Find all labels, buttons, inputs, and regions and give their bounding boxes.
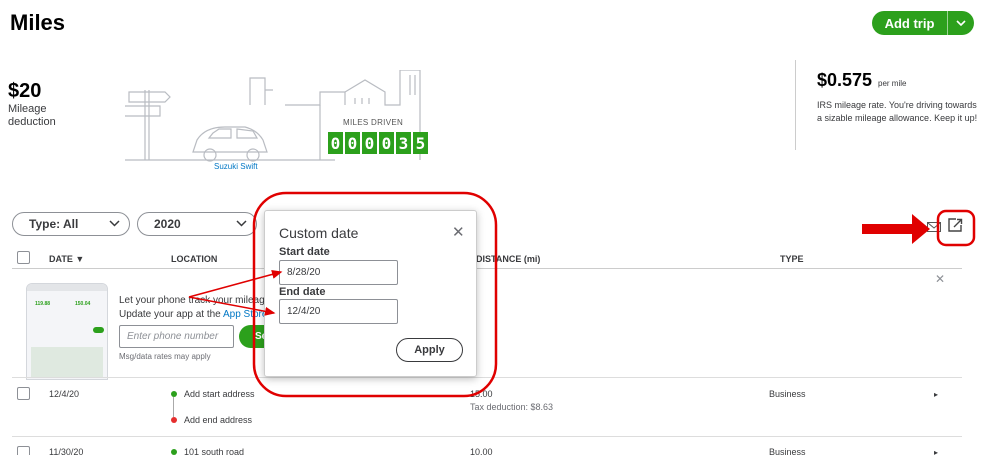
trip-date: 11/30/20 [49, 447, 84, 455]
trip-date: 12/4/20 [49, 389, 80, 399]
type-filter-dropdown[interactable]: Type: All [12, 212, 130, 236]
custom-date-dialog: Custom date ✕ Start date 8/28/20 End dat… [264, 210, 477, 377]
column-header-distance: DISTANCE (mi) [476, 254, 541, 264]
promo-line-2-prefix: Update your app at the [119, 309, 223, 320]
page-title: Miles [10, 10, 66, 35]
promo-line-1: Let your phone track your mileag [119, 295, 265, 306]
apply-button[interactable]: Apply [396, 338, 463, 362]
odometer-digit: 3 [396, 132, 411, 154]
chevron-down-icon [109, 219, 120, 230]
disclaimer-text: Msg/data rates may apply [119, 352, 211, 361]
start-marker-icon [171, 391, 177, 397]
export-icon[interactable] [947, 217, 963, 233]
end-date-label: End date [279, 286, 326, 298]
row-checkbox[interactable] [17, 387, 30, 400]
rate-unit: per mile [878, 79, 907, 88]
chevron-down-icon[interactable] [948, 11, 974, 35]
start-date-input[interactable]: 8/28/20 [279, 260, 398, 285]
deduction-label: Mileage deduction [8, 103, 56, 128]
start-address[interactable]: Add start address [184, 389, 255, 399]
mock-value: 150.04 [75, 301, 91, 307]
chevron-down-icon [236, 219, 247, 230]
odometer-digit: 5 [413, 132, 428, 154]
trip-distance: 10.00 [470, 447, 493, 455]
date-filter-dropdown[interactable]: 2020 [137, 212, 257, 236]
add-trip-label[interactable]: Add trip [872, 11, 948, 35]
miles-driven-label: MILES DRIVEN [343, 118, 404, 127]
trip-distance: 15.00 [470, 389, 493, 399]
row-checkbox[interactable] [17, 446, 30, 455]
close-icon[interactable]: ✕ [452, 223, 465, 241]
caret-right-icon[interactable]: ▸ [934, 390, 938, 399]
dialog-title: Custom date [279, 225, 359, 241]
email-icon[interactable] [927, 222, 941, 232]
start-marker-icon [171, 449, 177, 455]
column-header-date[interactable]: DATE ▼ [49, 254, 84, 264]
odometer-digit: 0 [328, 132, 343, 154]
caret-right-icon[interactable]: ▸ [934, 448, 938, 455]
mock-value: 119.88 [35, 301, 51, 307]
trip-type: Business [769, 389, 806, 399]
app-store-link[interactable]: App Store [223, 309, 267, 320]
select-all-checkbox[interactable] [17, 251, 30, 264]
vehicle-link[interactable]: Suzuki Swift [214, 162, 258, 171]
promo-line-2: Update your app at the App Store [119, 308, 267, 322]
phone-app-image: 119.88 150.04 [26, 283, 108, 380]
odometer-digit: 0 [345, 132, 360, 154]
phone-number-input[interactable]: Enter phone number [119, 325, 234, 348]
type-filter-label: Type: All [29, 217, 79, 231]
divider [12, 268, 962, 269]
add-trip-button[interactable]: Add trip [872, 11, 974, 35]
rate-description: IRS mileage rate. You're driving towards… [817, 100, 978, 123]
divider [795, 60, 796, 150]
deduction-amount: $20 [8, 80, 42, 102]
tax-deduction: Tax deduction: $8.63 [470, 402, 554, 412]
close-icon[interactable]: ✕ [935, 272, 945, 286]
odometer: 0 0 0 0 3 5 [328, 132, 428, 154]
odometer-digit: 0 [362, 132, 377, 154]
column-header-type: TYPE [780, 254, 804, 264]
mileage-rate: $0.575 [817, 70, 873, 90]
date-filter-label: 2020 [154, 217, 181, 231]
promo-text: Let your phone track your mileag Update … [119, 294, 267, 322]
start-address[interactable]: 101 south road [184, 447, 244, 455]
end-date-input[interactable]: 12/4/20 [279, 299, 398, 324]
end-marker-icon [171, 417, 177, 423]
end-address[interactable]: Add end address [184, 415, 252, 425]
annotation-arrow [862, 224, 914, 234]
odometer-digit: 0 [379, 132, 394, 154]
column-header-location: LOCATION [171, 254, 218, 264]
start-date-label: Start date [279, 246, 330, 258]
divider [12, 377, 962, 378]
route-line [173, 397, 174, 417]
trip-type: Business [769, 447, 806, 455]
divider [12, 436, 962, 437]
